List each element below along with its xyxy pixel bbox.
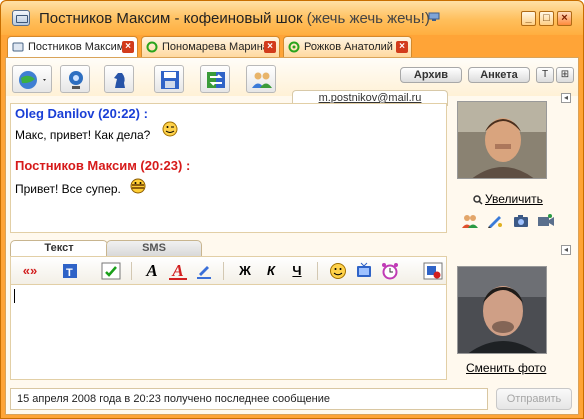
tab-text[interactable]: Текст (10, 240, 108, 256)
monitor-icon (428, 12, 440, 21)
title-bar[interactable]: Постников Максим - кофеиновый шок (жечь … (1, 1, 583, 35)
collapse-panel-icon[interactable]: ◂ (561, 93, 571, 103)
archive-button[interactable]: Архив (400, 67, 462, 83)
tab-label: Рожков Анатолий (304, 41, 393, 53)
tab-label: Постников Максим (28, 41, 125, 53)
close-button[interactable]: × (557, 11, 572, 26)
quote-button[interactable]: «» (17, 262, 43, 280)
formatting-toolbar: «» T A A Ж К Ч (10, 256, 447, 284)
save-history-button[interactable] (154, 65, 184, 93)
minimize-button[interactable]: _ (521, 11, 536, 26)
winking-smiley-icon (162, 121, 178, 137)
highlight-pen-icon[interactable] (195, 262, 213, 280)
camera-icon[interactable] (512, 213, 530, 229)
toolbar-separator (317, 262, 318, 280)
message-text: Макс, привет! Как дела? (15, 128, 151, 142)
message-header: Oleg Danilov (20:22) : (15, 106, 148, 121)
tab-close-icon[interactable]: × (122, 41, 134, 53)
tab-sms[interactable]: SMS (106, 240, 202, 256)
chat-panel: Архив Анкета T ⊞ m.postnikov@mail.ru Ole… (5, 57, 579, 415)
webcam-button[interactable] (60, 65, 90, 93)
status-menu-button[interactable] (12, 65, 52, 93)
chat-window: Постников Максим - кофеиновый шок (жечь … (0, 0, 584, 419)
profile-button[interactable]: Анкета (468, 67, 530, 83)
text-color-button[interactable]: A (169, 262, 187, 280)
avatar-photo (458, 102, 546, 178)
title-status: (жечь жечь жечь!) (306, 10, 430, 27)
underline-button[interactable]: Ч (289, 262, 305, 280)
file-transfer-icon (207, 72, 225, 88)
font-size-button[interactable]: T (536, 67, 554, 83)
collapse-panel-icon[interactable]: ◂ (561, 245, 571, 255)
add-contact-icon[interactable] (461, 213, 479, 229)
tab-close-icon[interactable]: × (396, 41, 408, 53)
globe-icon (19, 71, 46, 89)
toolbar-separator (131, 262, 132, 280)
flash-tv-icon[interactable] (355, 262, 373, 280)
online-status-icon (146, 41, 158, 53)
send-button[interactable]: Отправить (496, 388, 572, 410)
spellcheck-icon[interactable] (101, 262, 121, 280)
toolbar: Архив Анкета T ⊞ (6, 58, 578, 96)
app-icon (12, 10, 30, 26)
status-bar: 15 апреля 2008 года в 20:23 получено пос… (10, 388, 488, 410)
message-header: Постников Максим (20:23) : (15, 158, 191, 173)
message-history[interactable]: Oleg Danilov (20:22) : Макс, привет! Как… (10, 103, 447, 233)
floppy-disk-icon (161, 71, 179, 89)
text-caret (14, 289, 15, 303)
svg-text:T: T (66, 267, 73, 279)
own-avatar (457, 266, 547, 354)
alarm-clock-icon[interactable] (381, 262, 399, 280)
layout-button[interactable]: ⊞ (556, 67, 574, 83)
message-input[interactable] (10, 284, 447, 380)
translit-icon[interactable]: T (61, 262, 79, 280)
clear-icon[interactable] (423, 262, 443, 280)
italic-button[interactable]: К (263, 262, 279, 280)
title-contact-name: Постников Максим - кофеиновый шок (39, 10, 303, 27)
message-text: Привет! Все супер. (15, 182, 121, 196)
file-transfer-button[interactable] (200, 65, 230, 93)
game-button[interactable] (104, 65, 134, 93)
tab-label: Пономарева Марина (162, 41, 269, 53)
bee-smiley-icon (130, 178, 146, 194)
zoom-photo-link[interactable]: Увеличить (485, 192, 543, 206)
tab-postnikov[interactable]: Постников Максим × (7, 36, 138, 58)
bold-button[interactable]: Ж (237, 262, 253, 280)
toolbar-separator (223, 262, 224, 280)
webcam-icon (69, 71, 83, 89)
change-photo-link[interactable]: Сменить фото (466, 361, 546, 375)
tab-rozhkov[interactable]: Рожков Анатолий × (283, 36, 412, 57)
font-button[interactable]: A (143, 262, 161, 280)
contacts-button[interactable] (246, 65, 276, 93)
tab-close-icon[interactable]: × (264, 41, 276, 53)
magnifier-icon (473, 195, 483, 205)
at-sign-icon (288, 41, 300, 53)
chess-knight-icon (114, 73, 125, 88)
avatar-photo (458, 267, 546, 353)
maximize-button[interactable]: □ (539, 11, 554, 26)
window-title: Постников Максим - кофеиновый шок (жечь … (39, 10, 430, 27)
compose-mode-tabs: Текст SMS (10, 240, 450, 256)
contact-avatar (457, 101, 547, 179)
people-icon (252, 72, 272, 88)
video-icon[interactable] (537, 213, 555, 229)
edit-icon[interactable] (486, 213, 504, 229)
conversation-tabs: Постников Максим × Пономарева Марина × Р… (7, 36, 577, 58)
smiley-icon[interactable] (329, 262, 347, 280)
chat-icon (12, 42, 24, 52)
tab-ponomareva[interactable]: Пономарева Марина × (141, 36, 280, 57)
